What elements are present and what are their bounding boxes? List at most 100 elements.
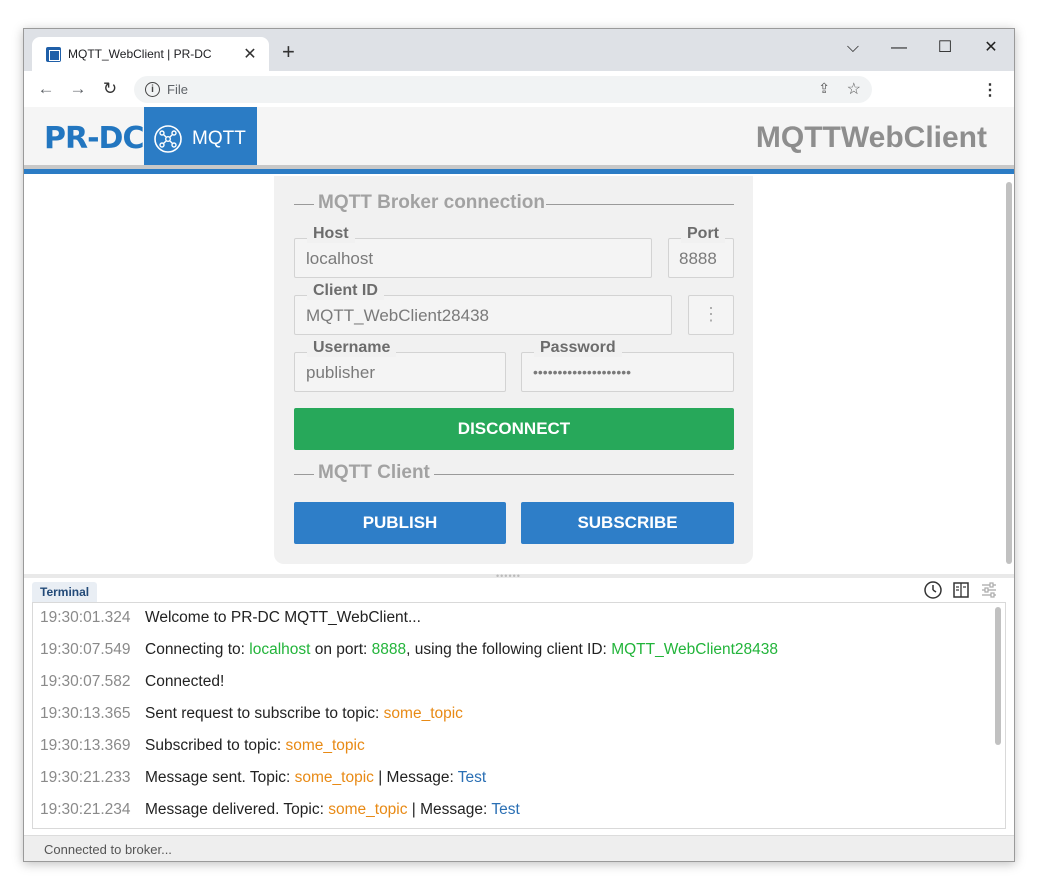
terminal-timestamp: 19:30:01.324 [40, 609, 131, 626]
prdc-favicon-icon [46, 47, 61, 62]
terminal-message-part: , using the following client ID: [406, 641, 612, 658]
terminal-message-part: localhost [249, 641, 311, 658]
port-value: 8888 [679, 249, 717, 268]
host-value: localhost [306, 249, 374, 268]
terminal-line: 19:30:21.233 Message sent. Topic: some_to… [40, 769, 486, 787]
host-label: Host [307, 225, 355, 243]
reload-icon[interactable]: ↻ [98, 79, 122, 99]
legend-rule-right [434, 474, 734, 475]
client-id-label: Client ID [307, 282, 384, 300]
broker-legend-text: MQTT Broker connection [318, 192, 545, 213]
main-scrollbar-thumb[interactable] [1006, 182, 1012, 564]
terminal-line: 19:30:13.365 Sent request to subscribe to… [40, 705, 463, 723]
terminal-timestamp: 19:30:07.582 [40, 673, 131, 690]
terminal-output[interactable]: 19:30:01.324 Welcome to PR-DC MQTT_WebCli… [32, 602, 1006, 829]
main-content: MQTT Broker connection Host localhost Po… [24, 174, 1014, 574]
terminal-header: Terminal [24, 578, 1014, 602]
terminal-message-part: some_topic [328, 801, 408, 818]
password-field[interactable]: Password •••••••••••••••••••• [521, 339, 734, 392]
client-id-field[interactable]: Client ID MQTT_WebClient28438 [294, 282, 672, 335]
terminal-line: 19:30:21.234 Message delivered. Topic: so… [40, 801, 520, 819]
terminal-message-part: some_topic [383, 705, 463, 722]
app-title: MQTTWebClient [755, 121, 987, 154]
terminal-line: 19:30:13.369 Subscribed to topic: some_to… [40, 737, 365, 755]
client-id-value: MQTT_WebClient28438 [306, 306, 489, 325]
maximize-button[interactable]: ☐ [922, 37, 968, 59]
terminal-message-part: | Message: [407, 801, 492, 818]
forward-arrow-icon[interactable]: → [66, 79, 90, 99]
back-arrow-icon[interactable]: ← [34, 79, 58, 99]
status-bar: Connected to broker... [24, 835, 1014, 861]
terminal-tab[interactable]: Terminal [32, 582, 98, 602]
clock-icon[interactable] [923, 580, 943, 600]
terminal-message-part: Sent request to subscribe to topic: [145, 705, 384, 722]
minimize-button[interactable]: — [876, 37, 922, 59]
tab-close-icon[interactable]: ✕ [241, 44, 259, 64]
terminal-timestamp: 19:30:13.369 [40, 737, 131, 754]
host-field[interactable]: Host localhost [294, 225, 652, 278]
terminal-timestamp: 19:30:07.549 [40, 641, 131, 658]
status-text: Connected to broker... [44, 842, 172, 857]
navigation-bar: ← → ↻ i File ⇪ ☆ ⋮ [24, 71, 1014, 107]
new-tab-button[interactable]: + [282, 41, 295, 63]
wrap-text-icon[interactable] [951, 580, 971, 600]
terminal-message-part: MQTT_WebClient28438 [611, 641, 779, 658]
address-scheme: File [167, 82, 188, 97]
terminal-line: 19:30:07.549 Connecting to: localhost on … [40, 641, 778, 659]
username-value: publisher [306, 363, 375, 382]
tab-strip: MQTT_WebClient | PR-DC ✕ + ⌵ — ☐ ✕ [24, 29, 1014, 71]
browser-menu-icon[interactable]: ⋮ [982, 80, 998, 100]
legend-rule-left [294, 474, 314, 475]
client-id-options-button[interactable]: ⋮ [688, 295, 734, 335]
terminal-message-part: some_topic [294, 769, 374, 786]
close-window-button[interactable]: ✕ [968, 37, 1014, 59]
terminal-line: 19:30:07.582 Connected! [40, 673, 224, 691]
browser-tab[interactable]: MQTT_WebClient | PR-DC ✕ [32, 37, 269, 71]
terminal-line: 19:30:01.324 Welcome to PR-DC MQTT_WebCli… [40, 609, 421, 627]
settings-sliders-icon[interactable] [979, 580, 999, 600]
prdc-logo[interactable]: PR-DC [44, 121, 144, 156]
terminal-message-part: Test [491, 801, 520, 818]
bookmark-star-icon[interactable]: ☆ [847, 79, 861, 99]
tab-title: MQTT_WebClient | PR-DC [68, 47, 212, 61]
address-bar[interactable]: i File ⇪ ☆ [134, 76, 872, 103]
terminal-timestamp: 19:30:13.365 [40, 705, 131, 722]
client-legend-text: MQTT Client [318, 462, 430, 483]
terminal-message-part: some_topic [285, 737, 365, 754]
network-hub-icon [154, 125, 182, 153]
main-scrollbar[interactable] [1002, 176, 1014, 570]
mqtt-tab-label: MQTT [192, 128, 246, 149]
terminal-message-part: Message sent. Topic: [145, 769, 295, 786]
legend-rule-right [546, 204, 734, 205]
mqtt-client-legend: MQTT Client [294, 462, 734, 486]
browser-window: MQTT_WebClient | PR-DC ✕ + ⌵ — ☐ ✕ ← → ↻… [23, 28, 1015, 862]
terminal-message-part: Message delivered. Topic: [145, 801, 329, 818]
tab-search-icon[interactable]: ⌵ [830, 37, 876, 59]
subscribe-button[interactable]: SUBSCRIBE [521, 502, 734, 544]
disconnect-button[interactable]: DISCONNECT [294, 408, 734, 450]
app-header: PR-DC MQTT MQTTWebClient [24, 107, 1014, 174]
share-icon[interactable]: ⇪ [818, 80, 830, 97]
terminal-message-part: Subscribed to topic: [145, 737, 286, 754]
terminal-timestamp: 19:30:21.234 [40, 801, 131, 818]
site-info-icon[interactable]: i [145, 82, 160, 97]
terminal-message-part: 8888 [371, 641, 407, 658]
password-value: •••••••••••••••••••• [533, 364, 632, 380]
broker-connection-legend: MQTT Broker connection [294, 192, 734, 216]
mqtt-nav-tab[interactable]: MQTT [144, 107, 257, 174]
publish-button[interactable]: PUBLISH [294, 502, 506, 544]
terminal-message-part: Welcome to PR-DC MQTT_WebClient... [145, 609, 421, 626]
username-label: Username [307, 339, 397, 357]
port-field[interactable]: Port 8888 [668, 225, 734, 278]
terminal-timestamp: 19:30:21.233 [40, 769, 131, 786]
port-label: Port [681, 225, 725, 243]
password-label: Password [534, 339, 622, 357]
terminal-message-part: | Message: [373, 769, 458, 786]
terminal-message-part: on port: [310, 641, 372, 658]
connection-panel: MQTT Broker connection Host localhost Po… [274, 176, 753, 564]
terminal-scrollbar-thumb[interactable] [995, 607, 1001, 745]
terminal-message-part: Test [457, 769, 487, 786]
username-field[interactable]: Username publisher [294, 339, 506, 392]
terminal-message-part: Connected! [145, 673, 225, 690]
legend-rule-left [294, 204, 314, 205]
